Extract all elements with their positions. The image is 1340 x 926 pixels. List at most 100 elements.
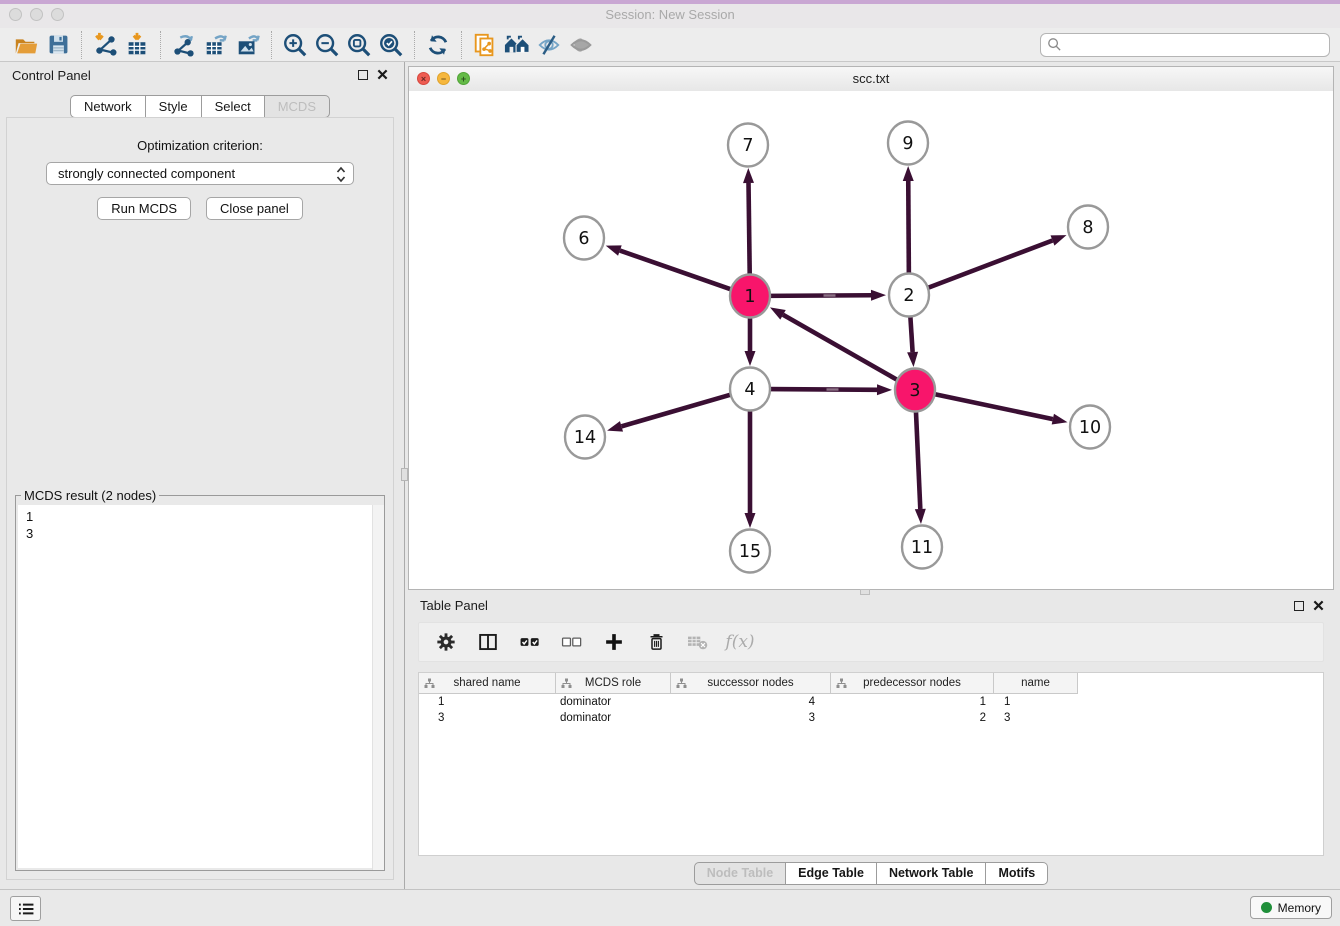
tab-motifs[interactable]: Motifs: [986, 862, 1048, 885]
table-settings-button[interactable]: [433, 629, 459, 655]
search-icon: [1047, 37, 1062, 52]
memory-button[interactable]: Memory: [1250, 896, 1332, 919]
tab-network[interactable]: Network: [70, 95, 146, 118]
column-header-successor-nodes[interactable]: successor nodes: [671, 673, 831, 694]
open-folder-icon: [13, 32, 39, 58]
edge-label-mark: [827, 388, 839, 390]
zoom-in-button[interactable]: [279, 30, 311, 60]
trash-icon: [646, 631, 667, 653]
split-view-button[interactable]: [475, 629, 501, 655]
optimization-criterion-select[interactable]: strongly connected component: [46, 162, 354, 185]
edge-3-10[interactable]: [933, 394, 1053, 419]
arrowhead-icon: [1051, 235, 1067, 245]
export-network-button[interactable]: [168, 30, 200, 60]
column-header-MCDS-role[interactable]: MCDS role: [556, 673, 671, 694]
show-columns-button[interactable]: [517, 629, 543, 655]
node-table[interactable]: shared nameMCDS rolesuccessor nodesprede…: [418, 672, 1324, 856]
search-input[interactable]: [1066, 37, 1329, 53]
float-table-panel-icon[interactable]: [1294, 601, 1304, 611]
table-cell[interactable]: 1: [419, 696, 556, 708]
column-header-predecessor-nodes[interactable]: predecessor nodes: [831, 673, 994, 694]
horizontal-splitter-grip[interactable]: [860, 589, 870, 595]
zoom-fit-button[interactable]: [343, 30, 375, 60]
import-network-button[interactable]: [89, 30, 121, 60]
splitter-grip[interactable]: [401, 468, 408, 481]
export-table-button[interactable]: [200, 30, 232, 60]
network-graph[interactable]: 1234678910111415: [409, 91, 1333, 589]
edge-2-8[interactable]: [926, 240, 1053, 288]
hide-selected-button[interactable]: [533, 30, 565, 60]
node-label-4: 4: [744, 380, 755, 400]
table-cell[interactable]: 3: [671, 712, 831, 724]
node-label-15: 15: [739, 542, 761, 562]
float-panel-icon[interactable]: [358, 70, 368, 80]
tab-node-table[interactable]: Node Table: [694, 862, 786, 885]
search-field[interactable]: [1040, 33, 1330, 57]
tab-edge-table[interactable]: Edge Table: [786, 862, 877, 885]
toolbar-separator: [461, 31, 462, 59]
column-header-name[interactable]: name: [994, 673, 1078, 694]
column-header-shared-name[interactable]: shared name: [419, 673, 556, 694]
vertical-splitter[interactable]: [400, 62, 408, 890]
tab-network-table[interactable]: Network Table: [877, 862, 987, 885]
mcds-result-list[interactable]: 13: [18, 505, 382, 868]
run-mcds-button[interactable]: Run MCDS: [97, 197, 191, 220]
clone-network-button[interactable]: [469, 30, 501, 60]
edge-3-1[interactable]: [783, 315, 899, 381]
unchecked-boxes-icon: [560, 631, 584, 653]
plus-icon: [603, 631, 625, 653]
zoom-out-button[interactable]: [311, 30, 343, 60]
delete-table-button[interactable]: [685, 629, 711, 655]
toolbar-separator: [81, 31, 82, 59]
edge-1-7[interactable]: [749, 183, 750, 278]
table-row[interactable]: 3dominator323: [419, 710, 1323, 726]
close-table-panel-icon[interactable]: [1313, 600, 1324, 611]
table-cell[interactable]: 3: [994, 712, 1078, 724]
close-panel-button[interactable]: Close panel: [206, 197, 303, 220]
table-cell[interactable]: 3: [419, 712, 556, 724]
arrowhead-icon: [770, 307, 786, 319]
result-scrollbar[interactable]: [372, 505, 384, 870]
edge-4-14[interactable]: [621, 394, 732, 426]
function-builder-button[interactable]: f(x): [727, 629, 753, 655]
zoom-selected-icon: [378, 32, 404, 58]
import-table-button[interactable]: [121, 30, 153, 60]
control-panel-title: Control Panel: [12, 68, 91, 83]
table-cell[interactable]: dominator: [556, 712, 671, 724]
zoom-selected-button[interactable]: [375, 30, 407, 60]
network-window-titlebar[interactable]: × − + scc.txt: [409, 67, 1333, 92]
create-column-button[interactable]: [601, 629, 627, 655]
table-cell[interactable]: dominator: [556, 696, 671, 708]
toolbar-separator: [160, 31, 161, 59]
edge-1-6[interactable]: [620, 251, 733, 291]
edge-3-11[interactable]: [916, 408, 921, 509]
show-all-button[interactable]: [565, 30, 597, 60]
table-cell[interactable]: 1: [994, 696, 1078, 708]
table-row[interactable]: 1dominator411: [419, 694, 1323, 710]
first-neighbors-button[interactable]: [501, 30, 533, 60]
table-cell[interactable]: 2: [831, 712, 994, 724]
column-label: predecessor nodes: [831, 677, 993, 689]
edge-2-9[interactable]: [908, 181, 909, 277]
export-image-button[interactable]: [232, 30, 264, 60]
open-session-button[interactable]: [10, 30, 42, 60]
table-cell[interactable]: 4: [671, 696, 831, 708]
table-toolbar: f(x): [418, 622, 1324, 662]
tab-select[interactable]: Select: [202, 95, 265, 118]
network-canvas[interactable]: 1234678910111415: [409, 91, 1333, 589]
tab-style[interactable]: Style: [146, 95, 202, 118]
task-history-button[interactable]: [10, 896, 41, 921]
edge-1-2[interactable]: [768, 295, 871, 296]
close-panel-icon[interactable]: [377, 69, 388, 80]
control-panel-tabs: NetworkStyleSelectMCDS: [0, 95, 400, 118]
delete-column-button[interactable]: [643, 629, 669, 655]
hide-columns-button[interactable]: [559, 629, 585, 655]
save-session-button[interactable]: [42, 30, 74, 60]
edge-4-3[interactable]: [768, 389, 877, 390]
table-cell[interactable]: 1: [831, 696, 994, 708]
delete-table-icon: [686, 632, 710, 652]
apply-layout-button[interactable]: [422, 30, 454, 60]
edge-2-3[interactable]: [910, 313, 912, 352]
toolbar-separator: [271, 31, 272, 59]
tab-mcds[interactable]: MCDS: [265, 95, 330, 118]
